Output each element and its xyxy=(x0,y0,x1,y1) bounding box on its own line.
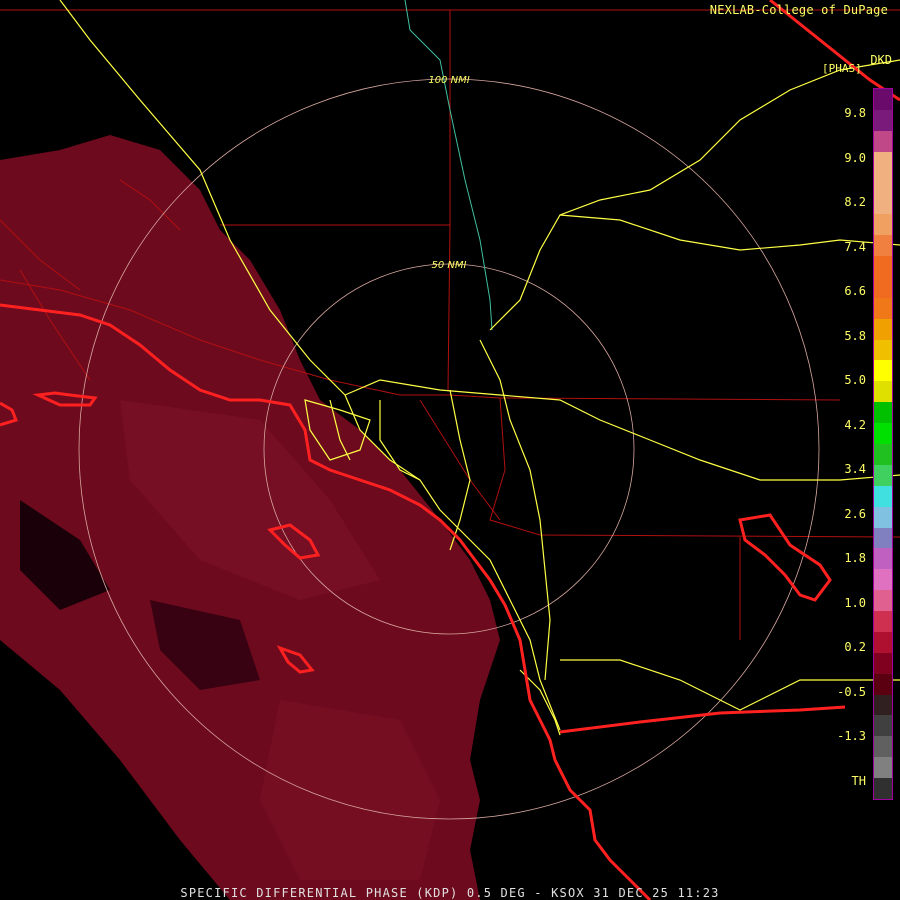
color-scale-swatch xyxy=(874,548,892,570)
color-scale-swatch xyxy=(874,214,892,236)
color-scale-swatch xyxy=(874,402,892,424)
color-scale-label: TH xyxy=(851,773,866,788)
color-scale-label: 3.4 xyxy=(844,462,866,476)
range-ring-50-label: 50 NMI xyxy=(432,260,467,271)
product-code: DKD xyxy=(870,53,892,67)
color-scale-swatch xyxy=(874,256,892,278)
color-scale-swatch xyxy=(874,673,892,696)
color-scale-label: 9.8 xyxy=(844,106,866,120)
product-caption: SPECIFIC DIFFERENTIAL PHASE (KDP) 0.5 DE… xyxy=(180,886,720,900)
color-scale-swatch xyxy=(874,527,892,549)
credit-text: NEXLAB-College of DuPage xyxy=(709,3,888,17)
color-scale-swatch xyxy=(874,485,892,508)
color-scale-swatch xyxy=(874,757,892,779)
color-scale-swatch xyxy=(874,318,892,341)
color-scale-swatch xyxy=(874,172,892,194)
color-scale-swatch xyxy=(874,89,892,111)
color-scale-swatch xyxy=(874,193,892,215)
color-scale-swatch xyxy=(874,694,892,716)
color-scale-label: 5.0 xyxy=(844,373,866,387)
color-scale-label: 1.8 xyxy=(844,551,866,565)
color-scale-swatch xyxy=(874,569,892,591)
color-scale-label: 1.0 xyxy=(844,595,866,610)
color-scale-swatch xyxy=(874,715,892,737)
color-scale-label: 5.8 xyxy=(844,328,866,343)
color-scale-swatch xyxy=(874,297,892,320)
color-scale-label: 9.0 xyxy=(844,150,866,165)
color-scale-swatch xyxy=(874,423,892,445)
color-scale-swatch xyxy=(874,736,892,758)
color-scale-swatch xyxy=(874,444,892,466)
radar-echo xyxy=(0,135,500,900)
color-scale-swatch xyxy=(874,778,892,800)
color-scale-label: 7.4 xyxy=(844,239,866,254)
color-scale-label: 0.2 xyxy=(844,640,866,654)
color-scale-swatch xyxy=(874,590,892,612)
color-scale-swatch xyxy=(874,130,892,153)
color-scale-swatch xyxy=(874,360,892,382)
color-scale-label: 4.2 xyxy=(844,417,866,432)
color-scale-swatch xyxy=(874,652,892,675)
color-scale-swatch xyxy=(874,235,892,257)
lake-salton xyxy=(738,513,832,602)
color-scale-swatch xyxy=(874,631,892,654)
color-scale-swatch xyxy=(874,381,892,403)
radar-map: 100 NMI 50 NMI xyxy=(0,0,900,900)
state-border-mexico xyxy=(559,705,846,734)
color-scale-label: 6.6 xyxy=(844,284,866,298)
color-scale-bar xyxy=(873,88,893,800)
river xyxy=(404,0,493,331)
unit-label: [PHAS] xyxy=(822,62,862,75)
range-ring-100-label: 100 NMI xyxy=(428,75,469,86)
color-scale-swatch xyxy=(874,506,892,529)
color-scale-swatch xyxy=(874,109,892,132)
color-scale-label: -1.3 xyxy=(837,729,866,743)
color-scale-swatch xyxy=(874,339,892,361)
color-scale-label: -0.5 xyxy=(837,684,866,699)
color-scale-label: 2.6 xyxy=(844,506,866,521)
color-scale-swatch xyxy=(874,464,892,487)
color-scale-swatch xyxy=(874,151,892,174)
color-scale-swatch xyxy=(874,611,892,633)
color-scale-swatch xyxy=(874,276,892,299)
color-scale-label: 8.2 xyxy=(844,195,866,209)
